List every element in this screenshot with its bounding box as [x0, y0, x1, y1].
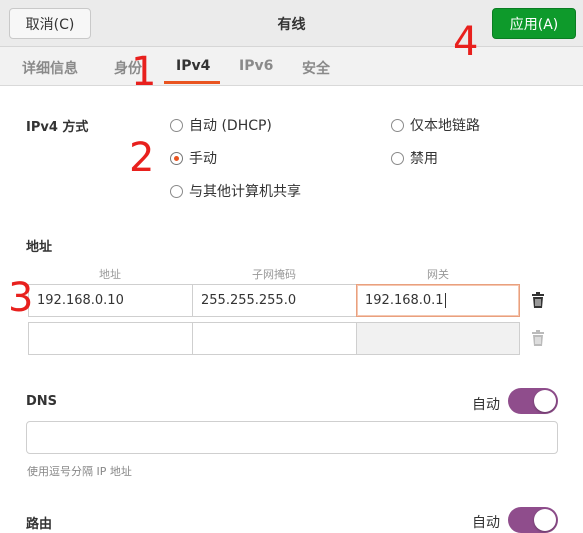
- radio-label: 与其他计算机共享: [189, 184, 301, 200]
- routes-auto-label: 自动: [472, 515, 500, 531]
- switch-knob: [534, 509, 556, 531]
- radio-manual[interactable]: 手动: [170, 148, 217, 168]
- netmask-field-empty[interactable]: [192, 322, 357, 355]
- tab-ipv6[interactable]: IPv6: [239, 58, 273, 74]
- dns-auto-label: 自动: [472, 397, 500, 413]
- gateway-field[interactable]: 192.168.0.1: [356, 284, 520, 317]
- radio-icon: [391, 118, 404, 132]
- tab-security[interactable]: 安全: [302, 58, 330, 78]
- annotation-4: 4: [453, 19, 479, 65]
- radio-icon: [391, 151, 404, 165]
- radio-checked-icon: [170, 151, 183, 165]
- radio-icon: [170, 118, 183, 132]
- column-header-gateway: 网关: [427, 268, 449, 281]
- active-tab-indicator: [164, 81, 220, 84]
- radio-disabled[interactable]: 禁用: [391, 148, 438, 168]
- text-cursor: [444, 293, 446, 308]
- annotation-1: 1: [131, 49, 157, 95]
- header-bar: 取消(C) 有线 应用(A): [0, 0, 583, 47]
- routes-auto-switch[interactable]: [508, 507, 558, 533]
- tab-ipv4[interactable]: IPv4: [176, 58, 210, 74]
- annotation-3: 3: [8, 275, 34, 321]
- address-field[interactable]: 192.168.0.10: [28, 284, 193, 317]
- dns-label: DNS: [26, 394, 58, 409]
- tab-bar: 详细信息 身份 IPv4 IPv6 安全: [0, 47, 583, 86]
- switch-knob: [534, 390, 556, 412]
- column-header-netmask: 子网掩码: [252, 268, 296, 281]
- column-header-address: 地址: [99, 268, 121, 281]
- trash-icon[interactable]: [524, 285, 552, 315]
- radio-label: 手动: [189, 151, 217, 167]
- annotation-2: 2: [129, 135, 155, 181]
- trash-icon: [524, 323, 552, 353]
- radio-label: 禁用: [410, 151, 438, 167]
- radio-link-local[interactable]: 仅本地链路: [391, 115, 480, 135]
- addresses-label: 地址: [26, 240, 53, 255]
- apply-button[interactable]: 应用(A): [492, 8, 576, 39]
- dns-hint: 使用逗号分隔 IP 地址: [27, 465, 132, 478]
- radio-label: 自动 (DHCP): [189, 118, 272, 134]
- gateway-value: 192.168.0.1: [365, 293, 444, 308]
- netmask-field[interactable]: 255.255.255.0: [192, 284, 357, 317]
- tab-details[interactable]: 详细信息: [22, 58, 78, 78]
- dns-input[interactable]: [26, 421, 558, 454]
- address-field-empty[interactable]: [28, 322, 193, 355]
- dns-auto-switch[interactable]: [508, 388, 558, 414]
- gateway-field-empty: [356, 322, 520, 355]
- radio-shared[interactable]: 与其他计算机共享: [170, 181, 301, 201]
- radio-label: 仅本地链路: [410, 118, 480, 134]
- radio-auto-dhcp[interactable]: 自动 (DHCP): [170, 115, 272, 135]
- ipv4-method-label: IPv4 方式: [26, 120, 89, 135]
- radio-icon: [170, 184, 183, 198]
- routes-label: 路由: [26, 517, 53, 532]
